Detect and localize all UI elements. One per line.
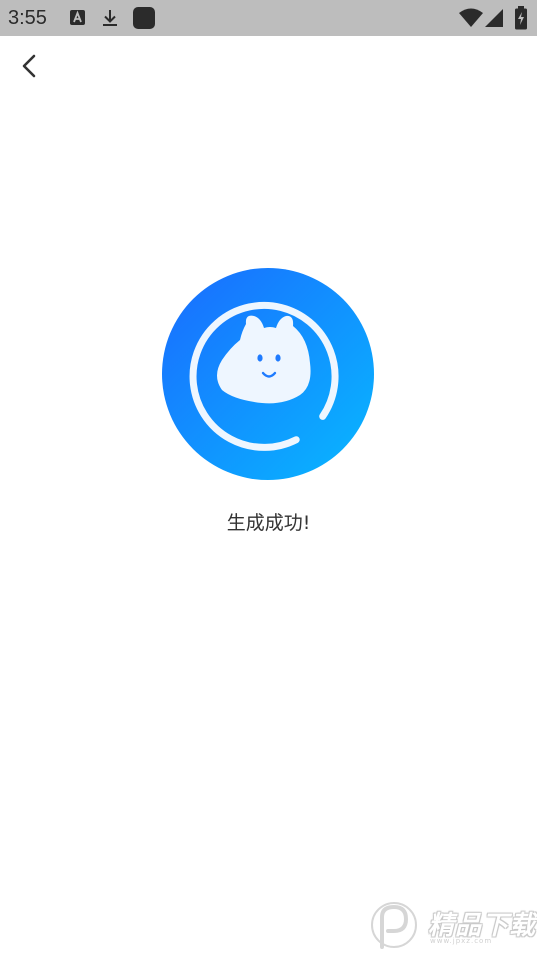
- status-bar: 3:55: [0, 0, 537, 36]
- download-icon: [103, 10, 117, 26]
- wifi-icon: [459, 8, 483, 27]
- watermark-url: www.jpxz.com: [430, 937, 493, 945]
- battery-charging-icon: [515, 6, 527, 30]
- status-time: 3:55: [8, 7, 47, 29]
- back-button[interactable]: [14, 50, 46, 82]
- success-illustration: [162, 268, 374, 480]
- watermark: 精品下载 www.jpxz.com: [368, 897, 536, 955]
- watermark-logo-icon: [371, 902, 417, 949]
- signal-icon: [485, 9, 503, 27]
- app-square-icon: [133, 7, 155, 29]
- chevron-left-icon: [22, 54, 36, 78]
- success-message: 生成成功!: [226, 512, 311, 534]
- font-a-icon: [70, 10, 85, 25]
